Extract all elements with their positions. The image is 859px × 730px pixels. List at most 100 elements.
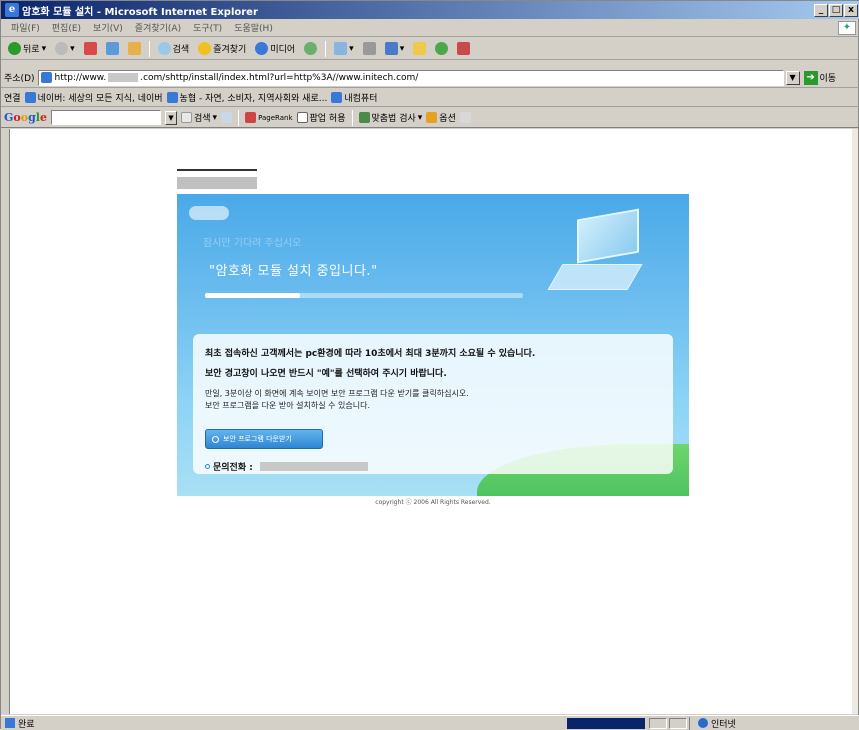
status-text: 완료: [18, 719, 35, 730]
edit-icon: [384, 42, 398, 55]
forward-button[interactable]: ▾: [52, 40, 78, 58]
research-button[interactable]: [454, 40, 473, 58]
link-nonghyup-label: 농협 - 자연, 소비자, 지역사회와 새로...: [179, 94, 328, 104]
bullet-icon: [205, 464, 210, 469]
zone-label: 인터넷: [711, 719, 736, 730]
google-search-dropdown[interactable]: ▼: [164, 110, 177, 125]
security-zone: 인터넷: [689, 716, 736, 730]
notice-line-4: 보안 프로그램을 다운 받아 설치하실 수 있습니다.: [205, 401, 370, 410]
toolbar-separator: [238, 109, 240, 126]
stop-button[interactable]: [81, 40, 100, 58]
menu-view[interactable]: 보기(V): [87, 21, 129, 34]
toolbar-separator: [148, 40, 150, 57]
google-search-input[interactable]: [50, 110, 161, 125]
google-g-icon: [180, 112, 192, 123]
link-naver[interactable]: 네이버: 세상의 모든 지식, 네이버: [24, 91, 163, 104]
spellcheck-button[interactable]: 맞춤법 검사 ▾: [358, 111, 422, 124]
back-button[interactable]: 뒤로 ▾: [5, 40, 49, 58]
menu-favorites[interactable]: 즐겨찾기(A): [129, 21, 187, 34]
contact-label: 문의전화 :: [213, 463, 253, 473]
address-label: 주소(D): [4, 74, 35, 84]
google-search-button[interactable]: 검색 ▾: [180, 111, 217, 124]
download-security-program-button[interactable]: 보안 프로그램 다운받기: [205, 429, 323, 449]
popup-blocker-button[interactable]: 팝업 허용: [296, 111, 346, 124]
pagerank-indicator[interactable]: PageRank: [245, 112, 293, 123]
redacted-domain: [108, 73, 139, 82]
window-title: 암호화 모듈 설치 - Microsoft Internet Explorer: [22, 6, 258, 18]
link-nonghyup[interactable]: 농협 - 자연, 소비자, 지역사회와 새로...: [166, 91, 328, 104]
browser-window: e 암호화 모듈 설치 - Microsoft Internet Explore…: [0, 0, 859, 730]
history-button[interactable]: [301, 40, 320, 58]
link-my-computer[interactable]: 내컴퓨터: [331, 91, 377, 104]
research-icon: [457, 42, 471, 55]
ie-logo-icon: e: [5, 3, 19, 17]
back-label: 뒤로: [23, 45, 40, 55]
media-label: 미디어: [270, 45, 296, 55]
print-button[interactable]: [360, 40, 379, 58]
media-button[interactable]: 미디어: [252, 40, 298, 58]
redacted-logo: [177, 177, 257, 189]
address-input[interactable]: http://www. .com/shttp/install/index.htm…: [37, 69, 784, 86]
menu-tools[interactable]: 도구(T): [187, 21, 228, 34]
history-icon: [304, 42, 318, 55]
google-news-button[interactable]: [221, 112, 233, 123]
notice-line-3: 만일, 3분이상 이 화면에 계속 보이면 보안 프로그램 다운 받기를 클릭하…: [205, 389, 469, 398]
favorites-button[interactable]: 즐겨찾기: [195, 40, 249, 58]
go-button[interactable]: ➔ 이동: [803, 70, 837, 85]
folder-icon: [413, 42, 427, 55]
address-bar: 주소(D) http://www. .com/shttp/install/ind…: [1, 68, 859, 88]
spellcheck-label: 맞춤법 검사: [371, 114, 416, 124]
menu-help[interactable]: 도움말(H): [228, 21, 279, 34]
menu-edit[interactable]: 편집(E): [46, 21, 87, 34]
search-icon: [157, 42, 171, 55]
url-suffix: .com/shttp/install/index.html?url=http%3…: [140, 72, 419, 83]
mail-button[interactable]: ▾: [331, 40, 357, 58]
options-label: 옵션: [439, 114, 456, 124]
folder-button[interactable]: [410, 40, 429, 58]
menu-file[interactable]: 파일(F): [5, 21, 46, 34]
links-label: 연결: [4, 94, 21, 104]
stop-icon: [83, 42, 97, 55]
home-button[interactable]: [125, 40, 144, 58]
links-bar: 연결 네이버: 세상의 모든 지식, 네이버 농협 - 자연, 소비자, 지역사…: [1, 89, 859, 107]
link-my-computer-label: 내컴퓨터: [344, 94, 378, 104]
download-button-label: 보안 프로그램 다운받기: [223, 435, 292, 443]
url-prefix: http://www.: [54, 72, 107, 83]
options-icon: [426, 112, 438, 123]
close-button[interactable]: x: [844, 3, 858, 17]
redacted-phone: [259, 462, 368, 471]
search-button[interactable]: 검색: [155, 40, 193, 58]
highlight-button[interactable]: [459, 112, 471, 123]
pagerank-label: PageRank: [258, 113, 293, 122]
site-logo: [177, 169, 257, 193]
refresh-button[interactable]: [103, 40, 122, 58]
page-icon: [331, 92, 343, 103]
go-label: 이동: [819, 74, 837, 84]
install-progress-fill: [205, 293, 301, 298]
google-logo[interactable]: Google: [4, 111, 47, 124]
search-label: 검색: [172, 45, 190, 55]
info-panel: 최초 접속하신 고객께서는 pc환경에 따라 10초에서 최대 3분까지 소요될…: [193, 334, 673, 474]
status-progress: [567, 717, 645, 729]
install-progress-bar: [205, 293, 523, 298]
windows-logo-icon: ✦: [838, 20, 856, 35]
google-search-label: 검색: [193, 114, 211, 124]
options-button[interactable]: 옵션: [426, 111, 456, 124]
cloud-decoration: [189, 206, 229, 220]
minimize-button[interactable]: _: [814, 3, 828, 17]
status-cell: [669, 717, 687, 729]
address-dropdown-button[interactable]: ▼: [785, 70, 800, 85]
pencil-icon: [459, 112, 471, 123]
status-bar: 완료 인터넷: [1, 715, 859, 730]
page-icon: [24, 92, 36, 103]
forward-arrow-icon: [55, 42, 69, 55]
circle-icon: [212, 435, 219, 443]
messenger-button[interactable]: [432, 40, 451, 58]
spellcheck-icon: [358, 112, 370, 123]
media-icon: [255, 42, 269, 55]
maximize-button[interactable]: □: [829, 3, 843, 17]
toolbar-separator: [351, 109, 353, 126]
vertical-scrollbar[interactable]: [852, 129, 858, 714]
edit-button[interactable]: ▾: [382, 40, 408, 58]
back-arrow-icon: [8, 42, 21, 55]
